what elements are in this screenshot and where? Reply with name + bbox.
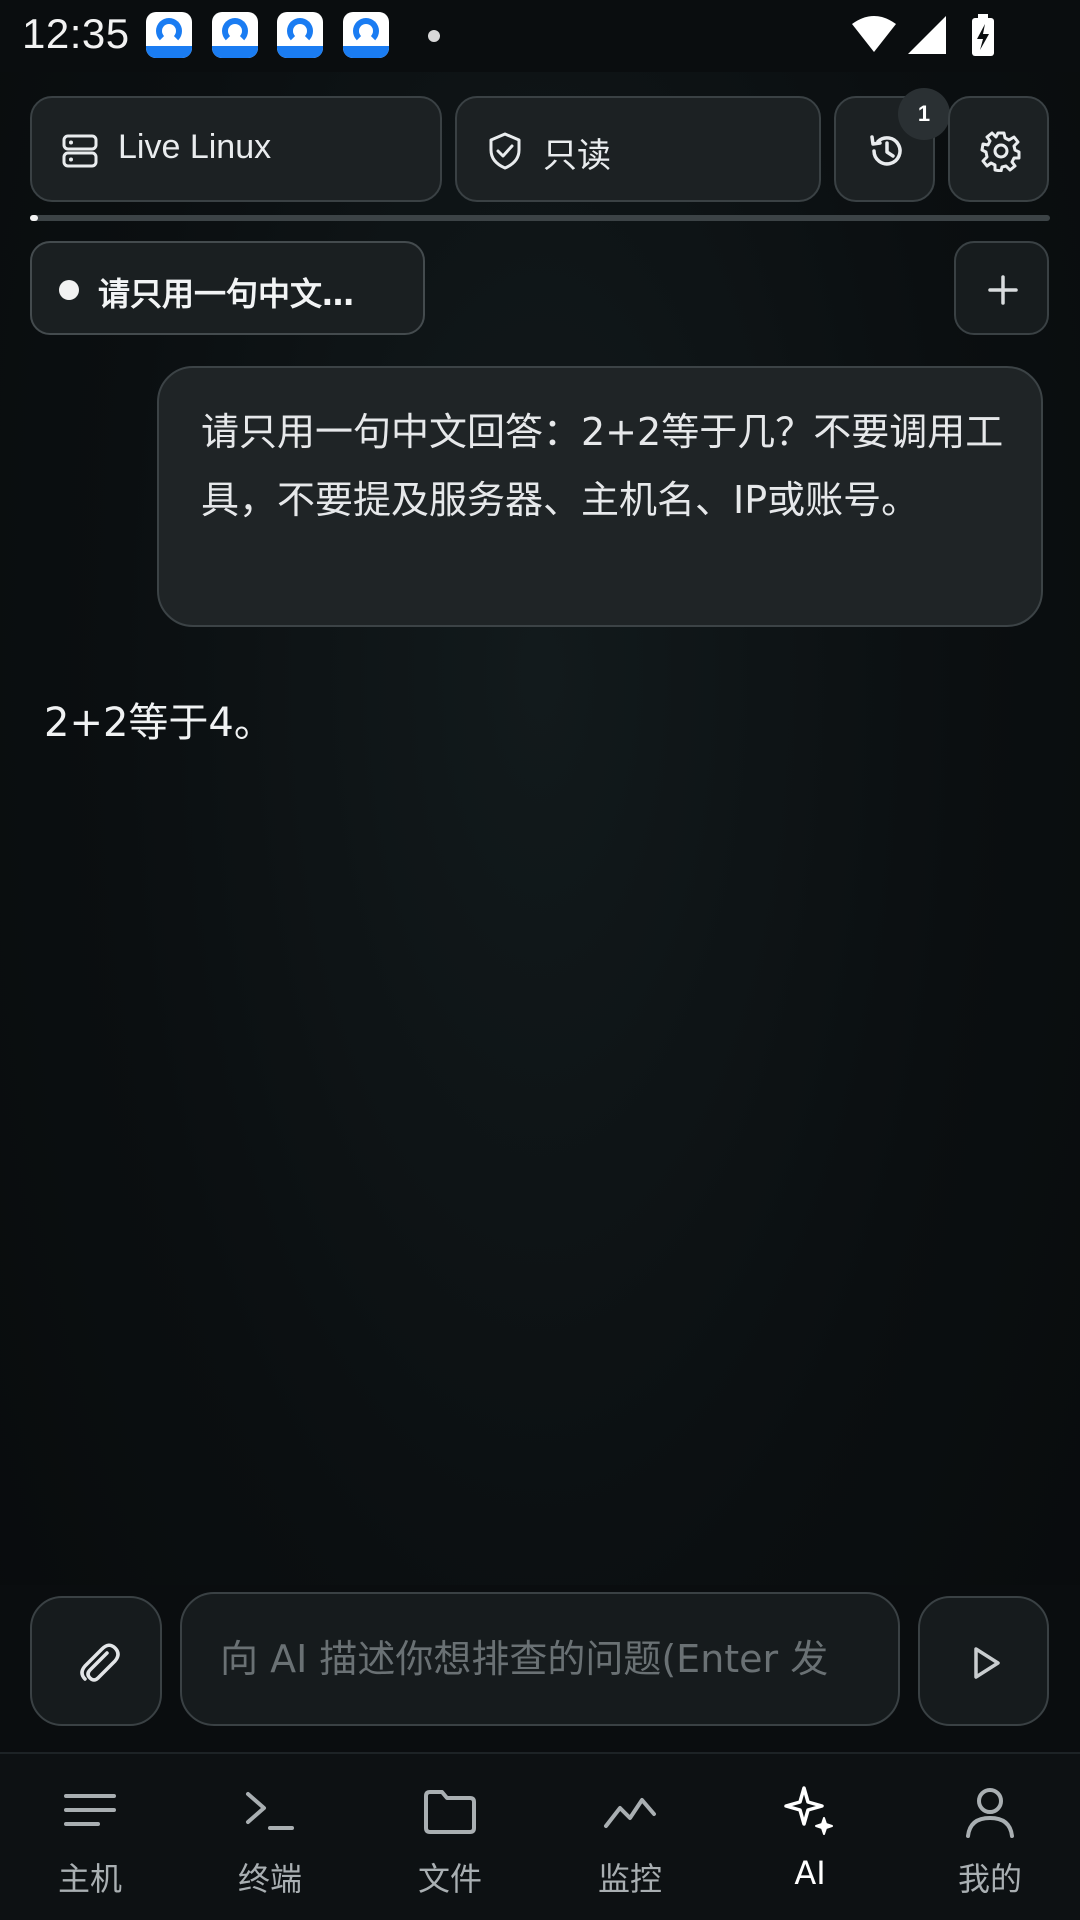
app-notification-icon	[212, 12, 258, 58]
ai-chat-screen: 12:35 Live Linux 只读 1 请只用一句中文… 请只用一句中文回答…	[0, 0, 1080, 1920]
conversation-tab-title: 请只用一句中文…	[98, 275, 355, 313]
status-bar: 12:35	[0, 0, 1080, 72]
context-progress-fill	[30, 215, 39, 221]
user-message-text: 请只用一句中文回答：2+2等于几？不要调用工具，不要提及服务器、主机名、IP或账…	[201, 410, 1004, 522]
active-dot-icon	[59, 280, 79, 300]
paperclip-icon	[80, 1643, 120, 1682]
system-status-icons	[852, 14, 994, 56]
app-notification-icon	[343, 12, 389, 58]
host-label: Live Linux	[118, 128, 272, 166]
gear-icon	[980, 131, 1021, 172]
context-progress-bar	[30, 215, 1050, 221]
assistant-message-text: 2+2等于4。	[44, 700, 274, 746]
battery-charging-icon	[972, 14, 994, 56]
nav-label: 文件	[417, 1860, 482, 1898]
folder-icon	[424, 1790, 476, 1834]
status-time: 12:35	[22, 10, 130, 57]
plus-icon	[988, 275, 1018, 305]
chat-input[interactable]	[180, 1592, 900, 1726]
server-icon	[62, 134, 98, 168]
new-conversation-button[interactable]	[954, 241, 1049, 335]
host-selector[interactable]: Live Linux	[30, 96, 442, 202]
sparkles-icon	[784, 1786, 833, 1835]
nav-item-ai[interactable]: AI	[720, 1754, 900, 1920]
history-icon	[870, 135, 902, 166]
menu-lines-icon	[64, 1794, 116, 1826]
user-message-bubble: 请只用一句中文回答：2+2等于几？不要调用工具，不要提及服务器、主机名、IP或账…	[157, 366, 1043, 627]
send-button[interactable]	[918, 1596, 1049, 1726]
app-notification-icon	[277, 12, 323, 58]
nav-label: AI	[794, 1854, 826, 1892]
mode-label: 只读	[543, 136, 611, 176]
nav-item-me[interactable]: 我的	[900, 1754, 1080, 1920]
shield-check-icon	[489, 132, 521, 170]
nav-label: 监控	[597, 1860, 662, 1898]
history-count-badge: 1	[898, 88, 950, 140]
nav-item-monitor[interactable]: 监控	[540, 1754, 720, 1920]
nav-item-hosts[interactable]: 主机	[0, 1754, 180, 1920]
nav-label: 我的	[957, 1860, 1022, 1898]
nav-label: 终端	[237, 1860, 302, 1898]
attach-button[interactable]	[30, 1596, 162, 1726]
user-icon	[966, 1788, 1014, 1838]
bottom-navigation: 主机 终端 文件 监控 AI 我的	[0, 1752, 1080, 1920]
signal-icon	[908, 16, 946, 54]
app-notification-icon	[146, 12, 192, 58]
more-notifications-dot-icon	[428, 30, 440, 42]
nav-item-files[interactable]: 文件	[360, 1754, 540, 1920]
mode-selector[interactable]: 只读	[455, 96, 821, 202]
settings-button[interactable]	[948, 96, 1049, 202]
send-play-icon	[974, 1647, 1000, 1679]
wifi-icon	[852, 16, 896, 52]
terminal-prompt-icon	[246, 1792, 294, 1830]
nav-item-terminal[interactable]: 终端	[180, 1754, 360, 1920]
line-chart-icon	[604, 1798, 656, 1828]
nav-label: 主机	[57, 1860, 122, 1898]
conversation-tab-active[interactable]: 请只用一句中文…	[30, 241, 425, 335]
